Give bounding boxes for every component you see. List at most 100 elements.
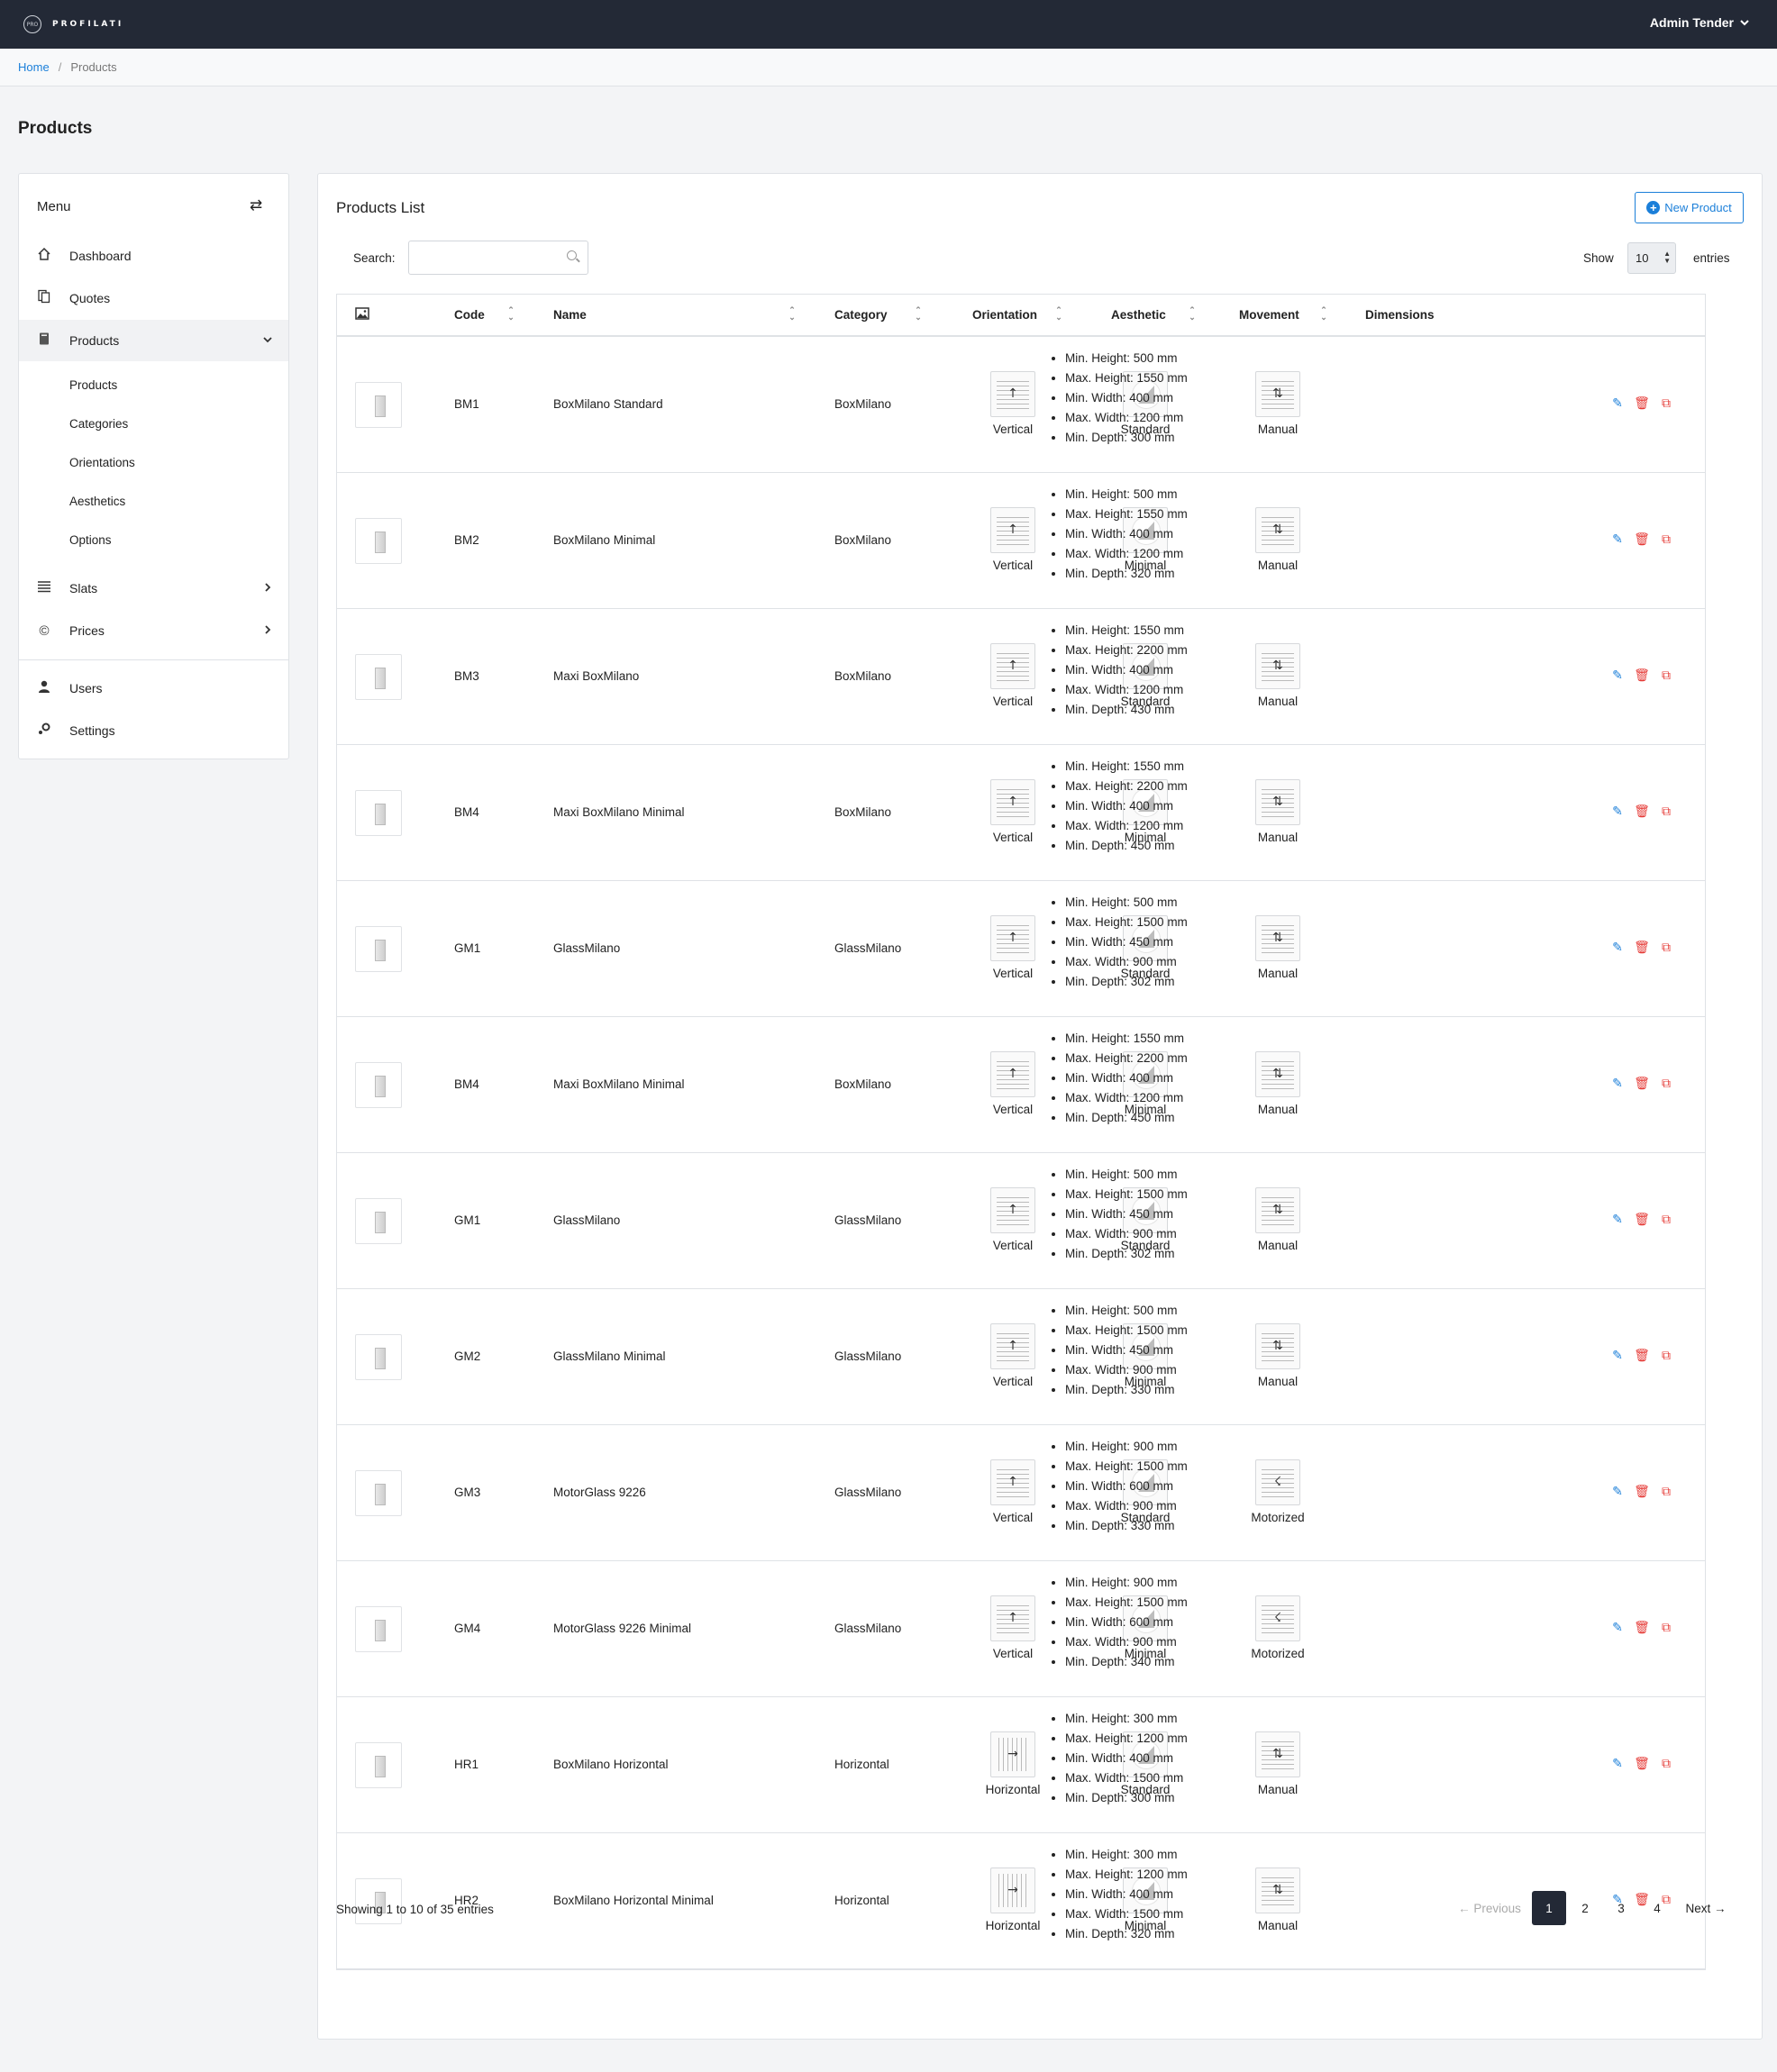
page-button-4[interactable]: 4 — [1640, 1891, 1674, 1925]
dimension-item: Max. Height: 1200 mm — [1065, 1865, 1188, 1885]
movement-cell: ⇅ Manual — [1237, 507, 1318, 572]
dimensions-list: Min. Height: 1550 mmMax. Height: 2200 mm… — [1047, 621, 1188, 720]
edit-icon[interactable]: ✎ — [1609, 1484, 1626, 1500]
pagination: ← Previous 1 2 3 4 Next → — [1449, 1891, 1734, 1925]
sort-icon[interactable]: ⌃ ⌄ — [1188, 306, 1197, 322]
trash-icon[interactable]: 🗑 — [1634, 1620, 1650, 1636]
duplicate-icon[interactable]: ⧉ — [1658, 532, 1674, 548]
breadcrumb-home-link[interactable]: Home — [18, 60, 50, 74]
column-header-aesthetic[interactable]: Aesthetic — [1111, 308, 1166, 322]
direction-arrow-icon: ↑ — [1007, 931, 1018, 945]
movement-label: Manual — [1257, 1239, 1299, 1252]
sidebar-subitem-categories[interactable]: Categories — [69, 417, 128, 431]
previous-page-button[interactable]: ← Previous — [1449, 1891, 1530, 1925]
dimension-item: Max. Width: 1200 mm — [1065, 544, 1188, 564]
trash-icon[interactable]: 🗑 — [1634, 1756, 1650, 1772]
sort-icon[interactable]: ⌃ ⌄ — [1319, 306, 1328, 322]
dimension-item: Min. Height: 1550 mm — [1065, 757, 1188, 777]
column-header-name[interactable]: Name — [553, 308, 587, 322]
vertical-orientation-icon: ↑ — [990, 1595, 1035, 1641]
movement-cell: ⇅ Manual — [1237, 915, 1318, 980]
sidebar-item-label: Dashboard — [69, 249, 132, 263]
page-button-3[interactable]: 3 — [1604, 1891, 1638, 1925]
column-header-orientation[interactable]: Orientation — [972, 308, 1037, 322]
sidebar-subitem-options[interactable]: Options — [69, 533, 112, 547]
user-menu[interactable]: Admin Tender — [1650, 15, 1750, 30]
duplicate-icon[interactable]: ⧉ — [1658, 1076, 1674, 1092]
dimension-item: Min. Depth: 302 mm — [1065, 1244, 1188, 1264]
sort-icon[interactable]: ⌃ ⌄ — [788, 306, 797, 322]
entries-select[interactable]: 10 ▲ ▼ — [1627, 242, 1676, 274]
product-category: BoxMilano — [834, 397, 892, 411]
trash-icon[interactable]: 🗑 — [1634, 1484, 1650, 1500]
sidebar-item-settings[interactable]: Settings — [19, 710, 288, 751]
image-column-icon[interactable] — [355, 307, 369, 323]
product-code: BM3 — [454, 669, 479, 683]
motorized-movement-icon: ☇ — [1255, 1595, 1300, 1641]
product-thumbnail — [355, 1606, 402, 1652]
sidebar-subitem-orientations[interactable]: Orientations — [69, 456, 135, 469]
trash-icon[interactable]: 🗑 — [1634, 532, 1650, 548]
duplicate-icon[interactable]: ⧉ — [1658, 804, 1674, 820]
sidebar-item-products[interactable]: Products — [19, 320, 288, 361]
duplicate-icon[interactable]: ⧉ — [1658, 1348, 1674, 1364]
sidebar-subitem-aesthetics[interactable]: Aesthetics — [69, 495, 125, 508]
sort-icon[interactable]: ⌃ ⌄ — [506, 306, 515, 322]
edit-icon[interactable]: ✎ — [1609, 532, 1626, 548]
search-field[interactable] — [408, 241, 588, 275]
column-header-code[interactable]: Code — [454, 308, 485, 322]
sidebar-item-users[interactable]: Users — [19, 668, 288, 709]
dimension-item: Min. Depth: 320 mm — [1065, 564, 1188, 584]
duplicate-icon[interactable]: ⧉ — [1658, 940, 1674, 956]
trash-icon[interactable]: 🗑 — [1634, 1348, 1650, 1364]
new-product-button[interactable]: + New Product — [1635, 192, 1744, 223]
next-page-button[interactable]: Next → — [1678, 1891, 1734, 1925]
duplicate-icon[interactable]: ⧉ — [1658, 668, 1674, 684]
edit-icon[interactable]: ✎ — [1609, 1212, 1626, 1228]
edit-icon[interactable]: ✎ — [1609, 1756, 1626, 1772]
trash-icon[interactable]: 🗑 — [1634, 668, 1650, 684]
edit-icon[interactable]: ✎ — [1609, 1620, 1626, 1636]
sidebar-item-prices[interactable]: © Prices — [19, 610, 288, 651]
sidebar-item-label: Quotes — [69, 291, 111, 305]
manual-movement-icon: ⇅ — [1255, 779, 1300, 825]
edit-icon[interactable]: ✎ — [1609, 804, 1626, 820]
sidebar-item-quotes[interactable]: Quotes — [19, 277, 288, 319]
edit-icon[interactable]: ✎ — [1609, 1348, 1626, 1364]
edit-icon[interactable]: ✎ — [1609, 395, 1626, 412]
direction-arrow-icon: → — [1007, 1883, 1018, 1897]
page-button-2[interactable]: 2 — [1568, 1891, 1602, 1925]
sort-icon[interactable]: ⌃ ⌄ — [1054, 306, 1063, 322]
product-code: BM4 — [454, 805, 479, 819]
movement-label: Manual — [1257, 967, 1299, 980]
vertical-orientation-icon: ↑ — [990, 1051, 1035, 1097]
page-button-1[interactable]: 1 — [1532, 1891, 1566, 1925]
duplicate-icon[interactable]: ⧉ — [1658, 1484, 1674, 1500]
duplicate-icon[interactable]: ⧉ — [1658, 395, 1674, 412]
sort-icon[interactable]: ⌃ ⌄ — [914, 306, 923, 322]
duplicate-icon[interactable]: ⧉ — [1658, 1620, 1674, 1636]
edit-icon[interactable]: ✎ — [1609, 1076, 1626, 1092]
swap-arrows-icon[interactable]: ⇄ — [250, 196, 262, 214]
edit-icon[interactable]: ✎ — [1609, 940, 1626, 956]
sidebar-item-slats[interactable]: Slats — [19, 568, 288, 609]
direction-arrow-icon: → — [1007, 1747, 1018, 1761]
search-input[interactable] — [409, 241, 558, 274]
trash-icon[interactable]: 🗑 — [1634, 1212, 1650, 1228]
edit-icon[interactable]: ✎ — [1609, 668, 1626, 684]
duplicate-icon[interactable]: ⧉ — [1658, 1212, 1674, 1228]
trash-icon[interactable]: 🗑 — [1634, 940, 1650, 956]
orientation-cell: ↑ Vertical — [972, 779, 1053, 844]
vertical-orientation-icon: ↑ — [990, 371, 1035, 417]
panel-title: Products List — [336, 199, 425, 216]
duplicate-icon[interactable]: ⧉ — [1658, 1756, 1674, 1772]
trash-icon[interactable]: 🗑 — [1634, 804, 1650, 820]
brand-logo[interactable]: PRO PROFILATI — [23, 15, 123, 33]
trash-icon[interactable]: 🗑 — [1634, 395, 1650, 412]
column-header-category[interactable]: Category — [834, 308, 888, 322]
sidebar-item-dashboard[interactable]: Dashboard — [19, 235, 288, 277]
trash-icon[interactable]: 🗑 — [1634, 1076, 1650, 1092]
sidebar-subitem-products[interactable]: Products — [69, 378, 117, 392]
products-panel: Products List + New Product Search: Show… — [317, 173, 1763, 2040]
column-header-movement[interactable]: Movement — [1239, 308, 1299, 322]
